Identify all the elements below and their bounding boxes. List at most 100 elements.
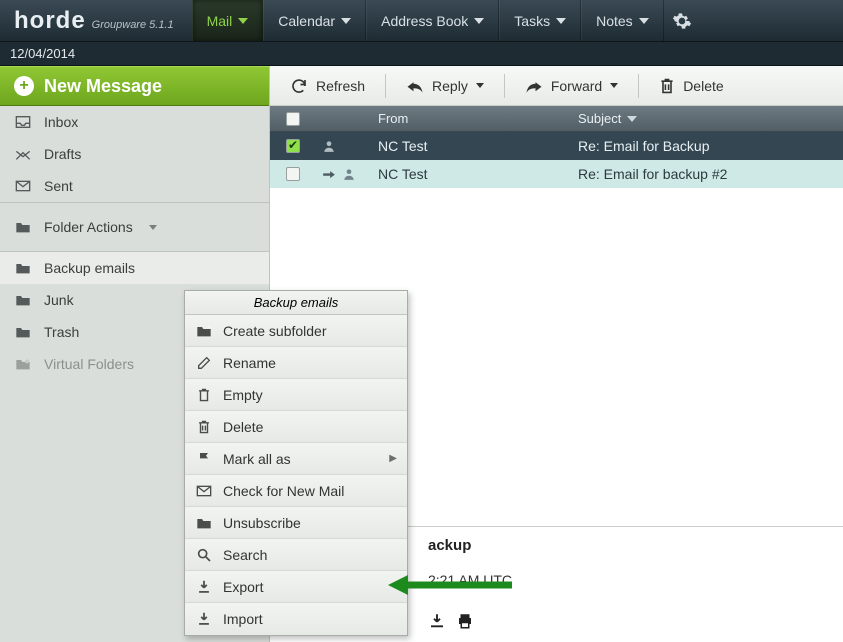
reply-label: Reply xyxy=(432,78,468,94)
folder-actions-label: Folder Actions xyxy=(44,219,133,235)
ctx-import[interactable]: Import xyxy=(185,603,407,635)
message-row[interactable]: NC Test Re: Email for backup #2 xyxy=(270,160,843,188)
new-message-button[interactable]: + New Message xyxy=(0,66,269,106)
brand-tagline: Groupware 5.1.1 xyxy=(92,19,174,31)
chevron-down-icon xyxy=(610,83,618,88)
person-icon xyxy=(342,167,356,181)
sidebar-item-label: Drafts xyxy=(44,146,81,162)
vfolder-icon xyxy=(14,357,32,371)
nav-label: Mail xyxy=(207,13,233,29)
chevron-down-icon xyxy=(627,116,637,122)
sidebar-item-label: Inbox xyxy=(44,114,78,130)
mailbox-group: Inbox Drafts Sent xyxy=(0,106,269,203)
ctx-rename[interactable]: Rename xyxy=(185,347,407,379)
ctx-label: Unsubscribe xyxy=(223,515,301,531)
drafts-icon xyxy=(14,147,32,161)
flag-icon xyxy=(195,451,213,467)
submenu-arrow-icon: ▶ xyxy=(389,453,397,464)
reply-arrow-icon xyxy=(322,168,336,180)
sidebar-sent[interactable]: Sent xyxy=(0,170,269,202)
chevron-down-icon xyxy=(341,18,351,24)
settings-gear-icon[interactable] xyxy=(672,11,692,31)
nav-mail[interactable]: Mail xyxy=(192,0,264,41)
message-header-row: From Subject xyxy=(270,106,843,132)
ctx-label: Empty xyxy=(223,387,263,403)
ctx-unsubscribe[interactable]: Unsubscribe xyxy=(185,507,407,539)
context-menu-title: Backup emails xyxy=(185,291,407,315)
ctx-label: Create subfolder xyxy=(223,323,327,339)
new-message-label: New Message xyxy=(44,76,162,97)
sidebar-drafts[interactable]: Drafts xyxy=(0,138,269,170)
sidebar-inbox[interactable]: Inbox xyxy=(0,106,269,138)
print-icon[interactable] xyxy=(456,612,474,630)
toolbar-divider xyxy=(385,74,386,98)
mail-toolbar: Refresh Reply Forward Delete xyxy=(270,66,843,106)
folder-icon xyxy=(14,261,32,275)
delete-button[interactable]: Delete xyxy=(645,66,737,105)
chevron-down-icon xyxy=(476,83,484,88)
mail-icon xyxy=(195,485,213,497)
ctx-label: Delete xyxy=(223,419,263,435)
row-subject: Re: Email for backup #2 xyxy=(572,166,843,182)
forward-button[interactable]: Forward xyxy=(511,66,632,105)
header-checkbox[interactable] xyxy=(270,112,316,126)
ctx-label: Rename xyxy=(223,355,276,371)
ctx-check-mail[interactable]: Check for New Mail xyxy=(185,475,407,507)
annotation-arrow xyxy=(384,571,514,599)
sent-icon xyxy=(14,179,32,193)
folder-context-menu: Backup emails + Create subfolder Rename … xyxy=(184,290,408,636)
row-subject: Re: Email for Backup xyxy=(572,138,843,154)
trash-icon xyxy=(195,387,213,403)
delete-label: Delete xyxy=(683,78,723,94)
sidebar-item-label: Trash xyxy=(44,324,79,340)
row-flags xyxy=(316,139,372,153)
folder-actions[interactable]: Folder Actions xyxy=(0,203,269,251)
sidebar-item-label: Sent xyxy=(44,178,73,194)
message-row[interactable]: NC Test Re: Email for Backup xyxy=(270,132,843,160)
person-icon xyxy=(322,139,336,153)
reply-icon xyxy=(406,79,424,93)
ctx-empty[interactable]: Empty xyxy=(185,379,407,411)
sidebar-folder-backup[interactable]: Backup emails xyxy=(0,252,269,284)
brand-text: horde xyxy=(14,7,86,35)
nav-notes[interactable]: Notes xyxy=(581,0,664,41)
app-logo: horde Groupware 5.1.1 xyxy=(14,7,174,35)
sidebar-item-label: Backup emails xyxy=(44,260,135,276)
nav-label: Notes xyxy=(596,13,633,29)
reply-button[interactable]: Reply xyxy=(392,66,498,105)
trash-icon xyxy=(659,77,675,95)
trash-icon xyxy=(195,419,213,435)
ctx-label: Mark all as xyxy=(223,451,291,467)
refresh-button[interactable]: Refresh xyxy=(276,66,379,105)
ctx-search[interactable]: Search xyxy=(185,539,407,571)
ctx-create-subfolder[interactable]: + Create subfolder xyxy=(185,315,407,347)
row-from: NC Test xyxy=(372,166,572,182)
ctx-label: Search xyxy=(223,547,267,563)
ctx-label: Check for New Mail xyxy=(223,483,344,499)
nav-calendar[interactable]: Calendar xyxy=(263,0,366,41)
folder-icon xyxy=(14,293,32,307)
nav-label: Tasks xyxy=(514,13,550,29)
ctx-delete[interactable]: Delete xyxy=(185,411,407,443)
top-nav: horde Groupware 5.1.1 Mail Calendar Addr… xyxy=(0,0,843,42)
folder-actions-group: Folder Actions xyxy=(0,203,269,252)
download-icon xyxy=(195,611,213,627)
header-from[interactable]: From xyxy=(372,111,572,126)
header-subject[interactable]: Subject xyxy=(572,111,843,126)
refresh-label: Refresh xyxy=(316,78,365,94)
nav-tasks[interactable]: Tasks xyxy=(499,0,581,41)
download-icon[interactable] xyxy=(428,612,446,630)
chevron-down-icon xyxy=(149,225,157,230)
app-body: + New Message Inbox Drafts Sent Folder A… xyxy=(0,66,843,642)
row-checkbox[interactable] xyxy=(270,139,316,153)
toolbar-divider xyxy=(504,74,505,98)
nav-addressbook[interactable]: Address Book xyxy=(366,0,499,41)
row-checkbox[interactable] xyxy=(270,167,316,181)
search-icon xyxy=(195,547,213,563)
ctx-export[interactable]: Export xyxy=(185,571,407,603)
preview-subject: ackup xyxy=(428,537,829,554)
ctx-mark-all[interactable]: Mark all as ▶ xyxy=(185,443,407,475)
chevron-down-icon xyxy=(639,18,649,24)
preview-tools xyxy=(428,612,829,630)
chevron-down-icon xyxy=(474,18,484,24)
